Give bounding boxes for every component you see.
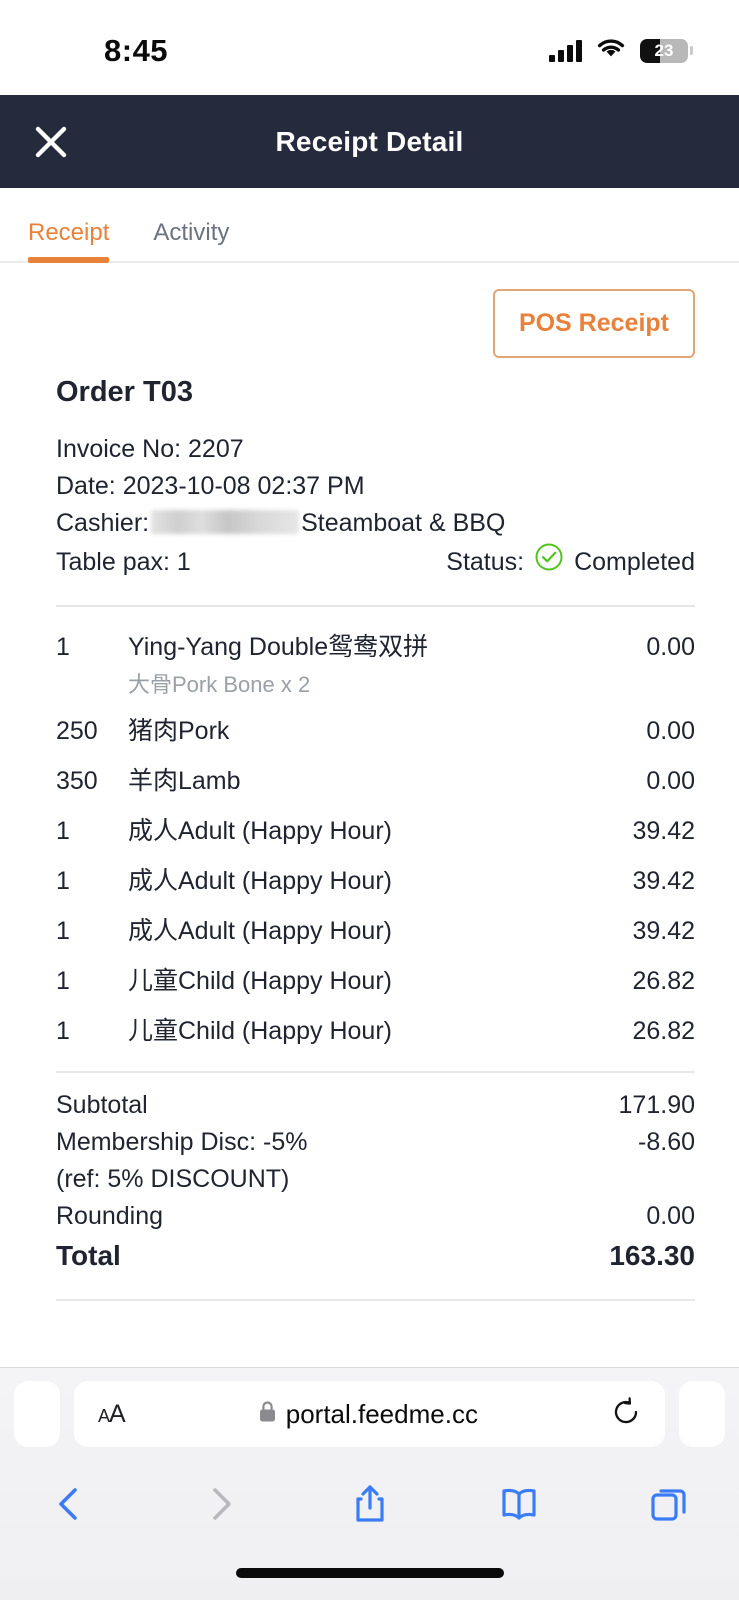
cashier-name-redacted bbox=[151, 510, 300, 534]
item-price: 0.00 bbox=[646, 717, 695, 745]
totals-section: Subtotal 171.90 Membership Disc: -5% -8.… bbox=[56, 1087, 695, 1277]
item-price: 39.42 bbox=[632, 917, 695, 945]
item-qty: 1 bbox=[56, 817, 70, 845]
invoice-no: Invoice No: 2207 bbox=[56, 435, 244, 463]
tab-activity[interactable]: Activity bbox=[153, 219, 229, 261]
order-meta: Invoice No: 2207 Date: 2023-10-08 02:37 … bbox=[56, 431, 695, 583]
order-title: Order T03 bbox=[56, 376, 193, 408]
subtotal-row: Subtotal 171.90 bbox=[56, 1087, 695, 1124]
line-item-4: 1 成人Adult (Happy Hour) 39.42 bbox=[56, 849, 695, 899]
discount-reference: (ref: 5% DISCOUNT) bbox=[56, 1165, 290, 1193]
line-item-7: 1 儿童Child (Happy Hour) 26.82 bbox=[56, 999, 695, 1049]
wifi-icon bbox=[596, 37, 626, 64]
home-indicator bbox=[235, 1568, 504, 1578]
cashier-store: Steamboat & BBQ bbox=[301, 509, 506, 537]
browser-toolbar bbox=[0, 1460, 739, 1548]
line-item-5: 1 成人Adult (Happy Hour) 39.42 bbox=[56, 899, 695, 949]
tab-next-peek[interactable] bbox=[679, 1381, 725, 1447]
status-bar: 8:45 23 bbox=[0, 0, 739, 95]
item-name: 猪肉Pork bbox=[128, 717, 230, 745]
app-header: Receipt Detail bbox=[0, 95, 739, 188]
item-qty: 1 bbox=[56, 967, 70, 995]
item-price: 0.00 bbox=[646, 767, 695, 795]
cashier-line: Cashier: Steamboat & BBQ bbox=[56, 505, 695, 542]
discount-value: -8.60 bbox=[638, 1128, 695, 1156]
check-circle-icon bbox=[534, 542, 564, 583]
line-item-1: 250 猪肉Pork 0.00 bbox=[56, 699, 695, 749]
item-modifier: 大骨Pork Bone x 2 bbox=[128, 672, 311, 697]
tab-receipt[interactable]: Receipt bbox=[28, 219, 110, 263]
items-divider-top bbox=[56, 605, 695, 607]
item-qty: 1 bbox=[56, 867, 70, 895]
line-items: 1 Ying-Yang Double鸳鸯双拼 0.00 大骨Pork Bone … bbox=[56, 615, 695, 1049]
rounding-label: Rounding bbox=[56, 1202, 164, 1230]
forward-icon[interactable] bbox=[198, 1482, 242, 1526]
pos-receipt-row: POS Receipt bbox=[56, 263, 695, 358]
grand-total-row: Total 163.30 bbox=[56, 1235, 695, 1277]
item-price: 26.82 bbox=[632, 967, 695, 995]
rounding-row: Rounding 0.00 bbox=[56, 1198, 695, 1235]
subtotal-label: Subtotal bbox=[56, 1091, 148, 1119]
address-bar[interactable]: AA portal.feedme.cc bbox=[74, 1381, 665, 1447]
lock-icon bbox=[258, 1400, 277, 1428]
item-name: 儿童Child (Happy Hour) bbox=[128, 1017, 392, 1045]
item-qty: 1 bbox=[56, 633, 70, 661]
item-price: 39.42 bbox=[632, 817, 695, 845]
table-pax: Table pax: 1 bbox=[56, 548, 191, 576]
address-bar-strip: AA portal.feedme.cc bbox=[0, 1368, 739, 1460]
item-price: 0.00 bbox=[646, 633, 695, 661]
line-item-0: 1 Ying-Yang Double鸳鸯双拼 0.00 大骨Pork Bone … bbox=[56, 615, 695, 699]
status-bar-time: 8:45 bbox=[104, 32, 169, 68]
receipt-content: POS Receipt Order T03 Invoice No: 2207 D… bbox=[0, 263, 739, 1301]
item-name: 成人Adult (Happy Hour) bbox=[128, 817, 392, 845]
reload-icon[interactable] bbox=[611, 1396, 641, 1432]
cashier-label: Cashier: bbox=[56, 509, 150, 537]
status-value: Completed bbox=[574, 548, 695, 576]
discount-row: Membership Disc: -5% -8.60 bbox=[56, 1124, 695, 1161]
bookmarks-icon[interactable] bbox=[497, 1482, 541, 1526]
item-qty: 1 bbox=[56, 1017, 70, 1045]
totals-divider-top bbox=[56, 1071, 695, 1073]
url-display: portal.feedme.cc bbox=[125, 1399, 611, 1430]
item-name: Ying-Yang Double鸳鸯双拼 bbox=[128, 633, 429, 661]
url-text: portal.feedme.cc bbox=[285, 1398, 478, 1429]
item-price: 26.82 bbox=[632, 1017, 695, 1045]
browser-chrome: AA portal.feedme.cc bbox=[0, 1367, 739, 1600]
tab-previous-peek[interactable] bbox=[14, 1381, 60, 1447]
table-status-line: Table pax: 1 Status: Completed bbox=[56, 542, 695, 583]
item-name: 羊肉Lamb bbox=[128, 767, 241, 795]
cellular-signal-icon bbox=[549, 39, 582, 62]
totals-divider-bottom bbox=[56, 1299, 695, 1301]
item-qty: 250 bbox=[56, 717, 98, 745]
share-icon[interactable] bbox=[348, 1482, 392, 1526]
item-qty: 1 bbox=[56, 917, 70, 945]
battery-percent-label: 23 bbox=[654, 40, 674, 60]
rounding-value: 0.00 bbox=[646, 1202, 695, 1230]
item-qty: 350 bbox=[56, 767, 98, 795]
subtotal-value: 171.90 bbox=[618, 1091, 695, 1119]
total-label: Total bbox=[56, 1240, 121, 1271]
line-item-3: 1 成人Adult (Happy Hour) 39.42 bbox=[56, 799, 695, 849]
battery-icon: 23 bbox=[640, 38, 693, 63]
total-value: 163.30 bbox=[609, 1240, 695, 1271]
order-date: Date: 2023-10-08 02:37 PM bbox=[56, 472, 365, 500]
pos-receipt-button[interactable]: POS Receipt bbox=[492, 289, 695, 358]
status-badge: Status: Completed bbox=[446, 542, 695, 583]
text-size-icon[interactable]: AA bbox=[98, 1400, 126, 1429]
line-item-2: 350 羊肉Lamb 0.00 bbox=[56, 749, 695, 799]
line-item-6: 1 儿童Child (Happy Hour) 26.82 bbox=[56, 949, 695, 999]
item-name: 成人Adult (Happy Hour) bbox=[128, 867, 392, 895]
close-icon[interactable] bbox=[28, 119, 74, 165]
item-name: 儿童Child (Happy Hour) bbox=[128, 967, 392, 995]
tab-bar: Receipt Activity bbox=[0, 188, 739, 263]
status-label: Status: bbox=[446, 548, 525, 576]
status-bar-icons: 23 bbox=[549, 37, 693, 64]
discount-label: Membership Disc: -5% bbox=[56, 1128, 308, 1156]
item-price: 39.42 bbox=[632, 867, 695, 895]
item-name: 成人Adult (Happy Hour) bbox=[128, 917, 392, 945]
page-title: Receipt Detail bbox=[275, 125, 464, 157]
back-icon[interactable] bbox=[48, 1482, 92, 1526]
tabs-icon[interactable] bbox=[647, 1482, 691, 1526]
